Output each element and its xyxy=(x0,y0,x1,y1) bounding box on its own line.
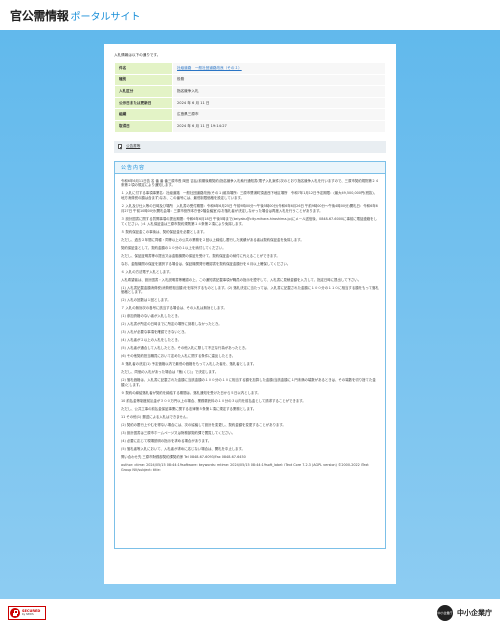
content-paragraph: 11 その他(1) 郵送による入札はできません。 xyxy=(121,414,190,419)
agency-brand[interactable]: 中小企業庁 中小企業庁 xyxy=(437,605,492,621)
lock-icon xyxy=(10,608,20,618)
title-link[interactable]: 社級道路 一般社団道路改良（その１） xyxy=(177,66,242,70)
source-link-label[interactable]: 公告書等 xyxy=(126,144,140,149)
document-icon xyxy=(118,144,122,150)
content-paragraph: ただし、公共工事の前払金保証事業に関する法律第５条第１項に規定する業務とします。 xyxy=(121,406,257,411)
table-row: 公示日または更新日 2024 年 6 月 11 日 xyxy=(114,96,386,110)
content-paragraph: １ 入札に付する事項事業名：社級道路 一般社団道路改良(その１)維持場所：三原市… xyxy=(121,191,378,201)
agency-name: 中小企業庁 xyxy=(457,609,492,617)
row-label: 組織 xyxy=(114,108,173,121)
table-row: 取得日 2024 年 6 月 11 日 19:14:27 xyxy=(114,119,386,133)
row-value: 2024 年 6 月 11 日 19:14:27 xyxy=(172,119,386,133)
content-paragraph: (6) その他契約担当職員において定めた入札に関する条件に違反したとき。 xyxy=(121,354,236,359)
content-title: 公告内容 xyxy=(115,161,385,174)
content-paragraph: (3) 入札が必要な事項を確認できないとき。 xyxy=(121,330,188,335)
content-paragraph: 問い合わせ先 三原市財務部契約課契約係 Tel 0848-67-6093/Fax… xyxy=(121,454,246,459)
table-row: 入札区分 指名競争入札 xyxy=(114,85,386,98)
content-paragraph: (2) 落札価格は、入札書に記載された金額に当該金額の１００分の１０に相当する額… xyxy=(121,378,376,387)
content-paragraph: ただし、保証証明書等の提出又は金融機関の保証を受けて、契約保証金の納付に代えるこ… xyxy=(121,253,280,258)
content-paragraph: ２ 入札及び仕入等の日時及び場所 入札書の受付期間：令和6年6月25日 午前9時… xyxy=(121,204,378,213)
main-panel: 入札情報は以下の通りです。 件名 社級道路 一般社団道路改良（その１） 種別 役… xyxy=(104,44,396,584)
row-label: 種別 xyxy=(114,73,173,87)
content-paragraph: ５ 契約保証金この事後は、契約保証金を必要とします。 xyxy=(121,229,207,234)
content-paragraph: 入札希望者は、設計図書・入札説明書等確認の上、この通知書記載事項が職員の指示を遵… xyxy=(121,277,362,282)
content-paragraph: (1) 参加資格のない者が入札したとき。 xyxy=(121,314,181,319)
secured-sub: by SPIDS xyxy=(22,613,34,616)
content-paragraph: (4) 必要に応じて現場説明の指示を求める場合があります。 xyxy=(121,438,212,443)
content-paragraph: ９ 契約の締結落札者が契約を締結する期間は、落札通知を受けた日から５日以内としま… xyxy=(121,390,261,395)
content-paragraph: ８ 落札者の決定(1) 予定価格以内で最低の価格をもって入札した者を、落札者とし… xyxy=(121,362,257,367)
content-paragraph: (5) 落札者等入札において、入札者が求めに応じない場合は、開札を中止します。 xyxy=(121,446,245,451)
content-paragraph: ３ 設計図書に関する質問事項の提出期間：令和6年6月18日 午後5時まで(kei… xyxy=(121,216,377,226)
site-header: 官公需情報 ポータルサイト xyxy=(0,0,500,30)
content-paragraph: なお、金融機関の保証を選択する場合は、保証機関発行確認書を契約保証金額分を６月以… xyxy=(121,261,291,266)
content-paragraph: author: ctime: 2024/05/15 08:44:19softwa… xyxy=(121,462,369,472)
content-paragraph: (4) 入札者が２以上の入札をしたとき。 xyxy=(121,338,181,343)
content-paragraph: 令和6年6月11日告 名 番 番 番三原市長 岡田 吉弘(前期後期契約)指名競争… xyxy=(121,178,379,188)
intro-text: 入札情報は以下の通りです。 xyxy=(114,53,161,57)
content-paragraph: ６ 入札の方法電子入札とします。 xyxy=(121,269,173,274)
row-label: 件名 xyxy=(114,62,173,75)
secured-badge: SECURED by SPIDS xyxy=(8,606,46,620)
row-value: 2024 年 6 月 11 日 xyxy=(172,96,386,110)
site-logo-sub[interactable]: ポータルサイト xyxy=(71,8,141,23)
content-paragraph: (3) 設計図書は三原市ホームページ又は財務部契約課で閲覧してください。 xyxy=(121,430,236,435)
row-label: 入札区分 xyxy=(114,85,173,98)
site-footer: SECURED by SPIDS 中小企業庁 中小企業庁 xyxy=(0,599,500,627)
content-paragraph: (1) 入札書記載金額消費税(消費税相当額)をを除外するものとします。(2) 落… xyxy=(121,285,379,295)
agency-logo-icon: 中小企業庁 xyxy=(437,605,453,621)
row-value: 社級道路 一般社団道路改良（その１） xyxy=(172,62,386,75)
row-label: 公示日または更新日 xyxy=(114,96,173,110)
row-value: 広島県三原市 xyxy=(172,108,386,121)
secured-seal[interactable]: SECURED by SPIDS xyxy=(8,606,46,620)
content-paragraph: 10 前払金等制度前払金が３００万円以上の場合、業務委託料の１０分の３以内を前払… xyxy=(121,398,306,403)
content-box: 公告内容 令和6年6月11日告 名 番 番 番三原市長 岡田 吉弘(前期後期契約… xyxy=(114,160,386,549)
content-paragraph: (2) 入札書が所定の日時までに所定の場所に到着しなかったとき。 xyxy=(121,322,222,327)
content-paragraph: (5) 入札者が通合して入札したとき。その他入札に際して不正な行為があったとき。 xyxy=(121,346,249,351)
row-value: 指名競争入札 xyxy=(172,85,386,98)
table-row: 種別 役務 xyxy=(114,73,386,87)
content-paragraph: (2) 契約の履行上やむを得ない場合には、次の協議して設計を変更し、契約金額を変… xyxy=(121,422,286,427)
content-paragraph: ただし、過去２年間に同種・同等以上の公共の業務を２回以上締結し履行した実績がある… xyxy=(121,237,304,242)
content-paragraph: ７ 入札の無効次の各号に該当する場合は、その入札は無効とします。 xyxy=(121,306,227,311)
secured-text: SECURED by SPIDS xyxy=(22,609,40,617)
source-document-link[interactable]: 公告書等 xyxy=(114,140,386,153)
info-table: 件名 社級道路 一般社団道路改良（その１） 種別 役務 入札区分 指名競争入札 … xyxy=(114,62,386,133)
row-label: 取得日 xyxy=(114,119,173,133)
row-value: 役務 xyxy=(172,73,386,87)
content-paragraph: (2) 入札の回数は１回とします。 xyxy=(121,298,171,303)
content-paragraph: ただし、同価の入札があった場合は「籤(くじ)」で決定します。 xyxy=(121,370,219,375)
content-paragraph: 契約保証金として、契約金額の１０分の１以上を納付してください。 xyxy=(121,245,226,250)
site-logo-main[interactable]: 官公需情報 xyxy=(10,7,69,24)
table-row: 件名 社級道路 一般社団道路改良（その１） xyxy=(114,62,386,75)
table-row: 組織 広島県三原市 xyxy=(114,108,386,121)
content-body: 令和6年6月11日告 名 番 番 番三原市長 岡田 吉弘(前期後期契約)指名競争… xyxy=(115,174,385,473)
